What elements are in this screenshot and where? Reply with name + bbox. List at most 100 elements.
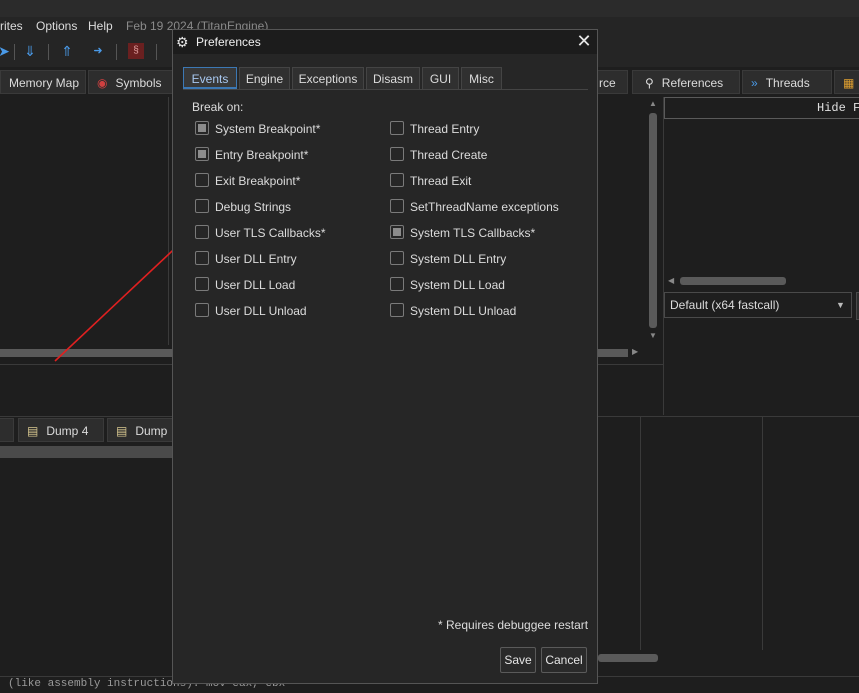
dump-icon: ▤ (116, 424, 128, 438)
scroll-right-icon[interactable]: ▶ (632, 347, 638, 356)
tab-label: Threads (765, 76, 810, 90)
entry-breakpoint-checkbox[interactable] (195, 147, 209, 161)
dump-header (0, 446, 172, 458)
tab-gui[interactable]: GUI (422, 67, 459, 89)
tab-exceptions[interactable]: Exceptions (292, 67, 364, 89)
scroll-up-icon[interactable]: ▲ (649, 99, 657, 108)
cancel-button[interactable]: Cancel (541, 647, 587, 673)
checkbox-label: Debug Strings (215, 200, 292, 214)
user-tls-callbacks-checkbox[interactable] (195, 225, 209, 239)
horizontal-scrollbar[interactable] (0, 349, 172, 357)
checkbox-label: Entry Breakpoint* (215, 148, 309, 162)
setthreadname-exceptions-checkbox[interactable] (390, 199, 404, 213)
scrollbar-thumb[interactable] (680, 277, 786, 285)
checkbox-label: System Breakpoint* (215, 122, 321, 136)
system-dll-entry-checkbox[interactable] (390, 251, 404, 265)
run-to-user-icon[interactable]: ➜ (90, 43, 106, 59)
save-button[interactable]: Save (500, 647, 536, 673)
script-icon[interactable]: § (128, 43, 144, 59)
menu-favourites[interactable]: rites (0, 19, 23, 33)
checkbox-label: User DLL Entry (215, 252, 297, 266)
tab-label: Memory Map (9, 76, 80, 90)
thread-entry-checkbox[interactable] (390, 121, 404, 135)
registers-pane (663, 97, 859, 415)
toolbar-separator (14, 44, 15, 60)
magnifier-icon: ⚲ (645, 76, 654, 90)
scroll-left-icon[interactable]: ◀ (668, 276, 674, 285)
checkbox-label: User TLS Callbacks* (215, 226, 326, 240)
tab-references[interactable]: ⚲ References (632, 70, 740, 94)
checkbox-label: System TLS Callbacks* (410, 226, 536, 240)
tab-memory-map[interactable]: Memory Map (0, 70, 86, 94)
tab-engine[interactable]: Engine (239, 67, 290, 89)
tab-misc[interactable]: Misc (461, 67, 502, 89)
checkbox-label: Thread Create (410, 148, 488, 162)
tab-label: Symbols (115, 76, 162, 90)
tab-label: rce (599, 76, 616, 90)
scrollbar-thumb[interactable] (649, 113, 657, 328)
divider (598, 364, 663, 365)
tab-dump5[interactable]: ▤ Dump (107, 418, 177, 442)
toolbar-separator (156, 44, 157, 60)
hide-fpu-button[interactable]: Hide F (664, 97, 859, 119)
system-tls-callbacks-checkbox[interactable] (390, 225, 404, 239)
system-breakpoint-checkbox[interactable] (195, 121, 209, 135)
menu-help[interactable]: Help (88, 19, 113, 33)
step-down-icon[interactable]: ⇓ (22, 43, 38, 59)
restart-footnote: * Requires debuggee restart (438, 618, 589, 632)
handles-icon: ▦ (843, 76, 855, 90)
stack-pane (598, 416, 859, 677)
gear-icon: ⚙ (176, 34, 189, 50)
tab-label: Dump 4 (46, 424, 89, 438)
break-on-label: Break on: (192, 100, 244, 114)
debug-strings-checkbox[interactable] (195, 199, 209, 213)
step-up-icon[interactable]: ⇑ (59, 43, 75, 59)
tab-symbols[interactable]: ◉ Symbols (88, 70, 174, 94)
tab-events[interactable]: Events (183, 67, 237, 89)
chevron-down-icon: ▼ (836, 300, 845, 310)
info-pane (0, 364, 172, 417)
toolbar-separator (116, 44, 117, 60)
dump-icon: ▤ (27, 424, 39, 438)
tab-dump4[interactable]: ▤ Dump 4 (18, 418, 104, 442)
divider (762, 417, 763, 650)
checkbox-label: Thread Exit (410, 174, 472, 188)
exit-breakpoint-checkbox[interactable] (195, 173, 209, 187)
tab-threads[interactable]: » Threads (742, 70, 832, 94)
toolbar-separator (48, 44, 49, 60)
calling-convention-select[interactable]: Default (x64 fastcall) (664, 292, 852, 318)
checkbox-label: Exit Breakpoint* (215, 174, 301, 188)
user-dll-unload-checkbox[interactable] (195, 303, 209, 317)
tab-dump-prev[interactable] (0, 418, 14, 442)
cpu-disassembly-pane[interactable] (0, 97, 169, 345)
tab-panel-border (183, 89, 588, 90)
window-top-strip (0, 0, 859, 17)
checkbox-label: Thread Entry (410, 122, 480, 136)
thread-create-checkbox[interactable] (390, 147, 404, 161)
scroll-down-icon[interactable]: ▼ (649, 331, 657, 340)
run-arrow-icon[interactable]: ➤ (0, 43, 12, 59)
divider (640, 417, 641, 650)
checkbox-label: System DLL Entry (410, 252, 507, 266)
threads-icon: » (751, 76, 758, 90)
symbols-icon: ◉ (97, 76, 108, 90)
user-dll-load-checkbox[interactable] (195, 277, 209, 291)
checkbox-label: User DLL Unload (215, 304, 307, 318)
thread-exit-checkbox[interactable] (390, 173, 404, 187)
menu-options[interactable]: Options (36, 19, 77, 33)
scrollbar-thumb[interactable] (598, 654, 658, 662)
checkbox-label: System DLL Unload (410, 304, 517, 318)
scrollbar-thumb[interactable] (598, 349, 628, 357)
tab-disasm[interactable]: Disasm (366, 67, 420, 89)
system-dll-load-checkbox[interactable] (390, 277, 404, 291)
checkbox-label: SetThreadName exceptions (410, 200, 559, 214)
tab-label: References (661, 76, 724, 90)
checkbox-label: User DLL Load (215, 278, 296, 292)
system-dll-unload-checkbox[interactable] (390, 303, 404, 317)
tab-label: Dump (135, 424, 168, 438)
user-dll-entry-checkbox[interactable] (195, 251, 209, 265)
checkbox-label: System DLL Load (410, 278, 505, 292)
tab-overflow[interactable]: ▦ (834, 70, 859, 94)
close-icon[interactable]: ✕ (574, 31, 594, 51)
dialog-title: Preferences (196, 35, 261, 49)
